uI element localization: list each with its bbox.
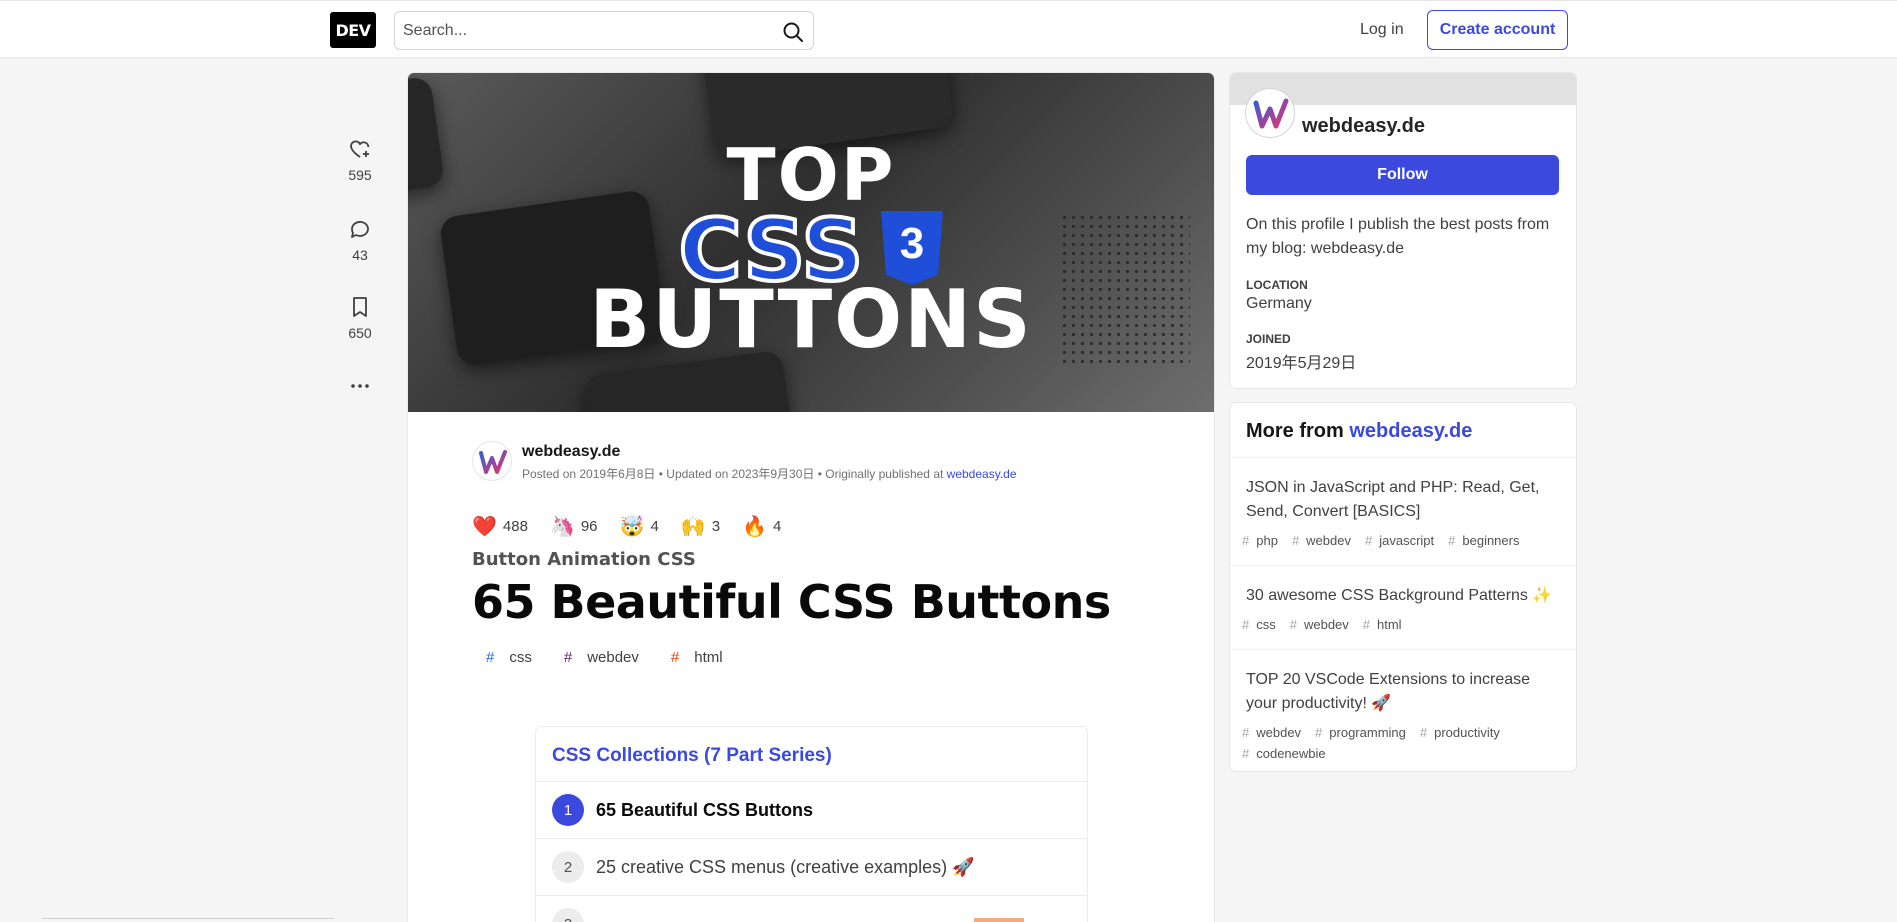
css3-badge-number: 3 <box>899 219 925 268</box>
tag-hash: # <box>670 649 680 666</box>
profile-bio: On this profile I publish the best posts… <box>1246 216 1550 257</box>
reaction-summary: ❤️ 488 🦄 96 🤯 4 🙌 3 🔥 4 <box>472 514 789 539</box>
post-tags: # webdev # programming # productivity # codenew… <box>1242 722 1560 764</box>
tag-link[interactable]: # css <box>472 645 546 670</box>
series-item-number: 3 <box>552 908 584 922</box>
article-tags: # css # webdev # html <box>472 645 737 670</box>
article-title: 65 Beautiful CSS Buttons <box>472 575 1111 629</box>
reaction-count-item: 🔥 4 <box>742 514 781 539</box>
bottom-highlight <box>974 918 1024 922</box>
tag-name: css <box>509 649 532 666</box>
joined-value: 2019年5月29日 <box>1246 355 1357 372</box>
origin-link[interactable]: webdeasy.de <box>947 467 1017 481</box>
post-tag[interactable]: # php <box>1242 530 1285 551</box>
cover-image: TOP CSS 3 BUTTONS <box>408 73 1214 412</box>
bookmark-button[interactable]: 650 <box>336 295 384 341</box>
more-from-author-link[interactable]: webdeasy.de <box>1349 420 1472 442</box>
more-options-button[interactable] <box>336 374 384 404</box>
tag-link[interactable]: # html <box>657 645 737 670</box>
cover-line-buttons: BUTTONS <box>589 273 1033 366</box>
location-label: LOCATION <box>1246 278 1308 292</box>
author-profile-card: webdeasy.de Follow On this profile I pub… <box>1230 73 1576 388</box>
like-reaction-button[interactable]: 595 <box>336 137 384 183</box>
author-avatar[interactable] <box>472 441 512 481</box>
dev-logo[interactable]: DEV <box>330 12 376 48</box>
post-tag[interactable]: # codenewbie <box>1242 743 1333 764</box>
create-account-button[interactable]: Create account <box>1427 10 1568 50</box>
ellipsis-icon <box>351 384 369 388</box>
follow-button[interactable]: Follow <box>1246 155 1559 195</box>
article-card: TOP CSS 3 BUTTONS webdeasy.de Posted on … <box>408 73 1214 922</box>
series-item[interactable]: 2 25 creative CSS menus (creative exampl… <box>536 839 1087 896</box>
post-tag[interactable]: # webdev <box>1292 530 1358 551</box>
tag-hash: # <box>563 649 573 666</box>
comment-count: 43 <box>352 247 368 263</box>
post-tag[interactable]: # html <box>1363 614 1409 635</box>
reaction-count-item: 🤯 4 <box>620 514 659 539</box>
post-title[interactable]: 30 awesome CSS Background Patterns ✨ <box>1246 584 1560 608</box>
heart-plus-icon <box>350 140 370 158</box>
more-from-card: More from webdeasy.de JSON in JavaScript… <box>1230 403 1576 771</box>
location-value: Germany <box>1246 295 1312 312</box>
tag-link[interactable]: # webdev <box>550 645 653 670</box>
reaction-count: 4 <box>650 518 659 535</box>
series-item-label: 65 Beautiful CSS Buttons <box>596 799 814 820</box>
post-tag[interactable]: # webdev <box>1290 614 1356 635</box>
profile-name[interactable]: webdeasy.de <box>1302 115 1425 138</box>
tag-name: webdev <box>587 649 639 666</box>
author-name[interactable]: webdeasy.de <box>522 443 620 461</box>
more-from-heading: More from webdeasy.de <box>1230 403 1576 458</box>
more-from-post[interactable]: 30 awesome CSS Background Patterns ✨ # css… <box>1230 566 1576 650</box>
series-item[interactable]: 1 65 Beautiful CSS Buttons <box>536 782 1087 839</box>
post-meta: Posted on 2019年6月8日 • Updated on 2023年9月… <box>522 465 1017 482</box>
post-tag[interactable]: # css <box>1242 614 1283 635</box>
tag-hash: # <box>486 649 495 666</box>
post-tags: # php # webdev # javascript # beginners <box>1242 530 1560 551</box>
reaction-count-item: 🦄 96 <box>550 514 598 539</box>
series-label: Button Animation CSS <box>472 549 696 570</box>
post-title[interactable]: JSON in JavaScript and PHP: Read, Get, S… <box>1246 476 1560 524</box>
reaction-count-item: 🙌 3 <box>681 514 720 539</box>
post-tag[interactable]: # javascript <box>1365 530 1441 551</box>
more-from-post[interactable]: JSON in JavaScript and PHP: Read, Get, S… <box>1230 458 1576 566</box>
series-box: CSS Collections (7 Part Series) 1 65 Bea… <box>535 726 1088 922</box>
post-dates: Posted on 2019年6月8日 • Updated on 2023年9月… <box>522 467 944 481</box>
series-item-label: 25 creative CSS menus (creative examples… <box>596 856 975 877</box>
series-item-number: 2 <box>552 851 584 883</box>
reaction-emoji-icon: 🙌 <box>680 516 706 538</box>
search-icon[interactable] <box>781 20 805 44</box>
reaction-count: 96 <box>580 518 598 535</box>
more-from-post[interactable]: TOP 20 VSCode Extensions to increase you… <box>1230 650 1576 771</box>
reaction-emoji-icon: 🦄 <box>549 516 575 538</box>
more-from-prefix: More from <box>1246 420 1344 442</box>
search-box[interactable] <box>394 11 814 50</box>
post-tag[interactable]: # productivity <box>1420 722 1507 743</box>
bookmark-count: 650 <box>348 325 372 341</box>
reaction-count-item: ❤️ 488 <box>472 514 528 539</box>
like-count: 595 <box>348 167 372 183</box>
reaction-emoji-icon: 🔥 <box>742 516 767 538</box>
comments-button[interactable]: 43 <box>336 217 384 263</box>
reaction-emoji-icon: ❤️ <box>472 516 497 538</box>
post-title[interactable]: TOP 20 VSCode Extensions to increase you… <box>1246 668 1560 716</box>
post-tag[interactable]: # webdev <box>1242 722 1308 743</box>
search-input[interactable] <box>403 20 763 42</box>
series-item-number: 1 <box>552 794 584 826</box>
scrollbar-track[interactable] <box>42 918 334 922</box>
post-tag[interactable]: # beginners <box>1448 530 1526 551</box>
reaction-emoji-icon: 🤯 <box>619 516 645 538</box>
post-tag[interactable]: # programming <box>1315 722 1413 743</box>
post-tags: # css # webdev # html <box>1242 614 1560 635</box>
login-link[interactable]: Log in <box>1350 12 1414 48</box>
profile-avatar[interactable] <box>1245 88 1295 138</box>
reaction-count: 4 <box>772 518 782 535</box>
reaction-count: 488 <box>502 518 528 535</box>
bookmark-icon <box>353 297 367 317</box>
tag-name: html <box>694 649 723 666</box>
reaction-count: 3 <box>711 518 721 535</box>
series-heading[interactable]: CSS Collections (7 Part Series) <box>536 727 1087 782</box>
comment-icon <box>351 221 369 238</box>
top-header: DEV Log in Create account <box>0 0 1897 58</box>
joined-label: JOINED <box>1246 332 1291 346</box>
